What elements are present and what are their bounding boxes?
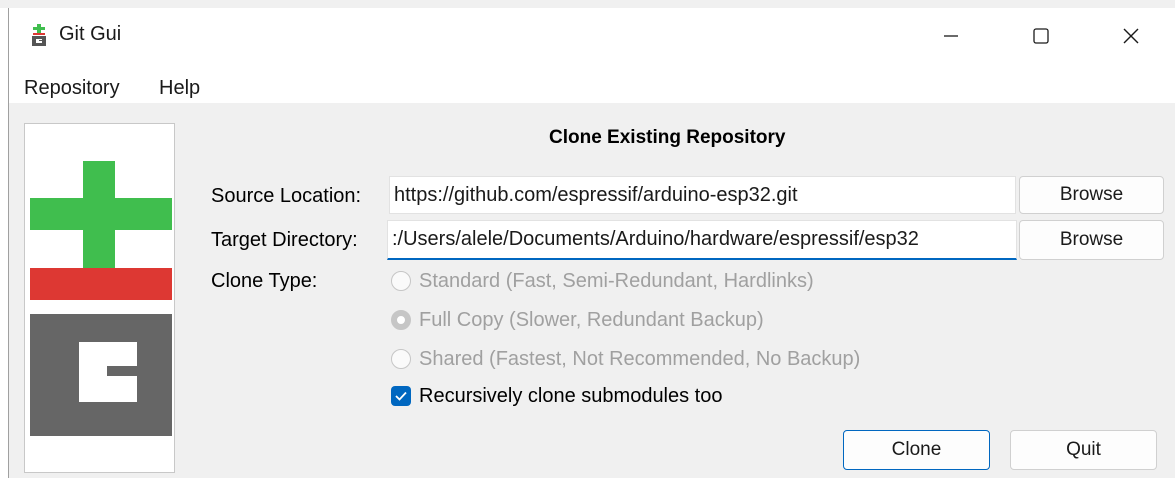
menu-repository[interactable]: Repository [24, 77, 120, 100]
title-bar[interactable]: Git Gui [9, 8, 1175, 63]
radio-button[interactable] [391, 349, 411, 369]
minimize-button[interactable] [914, 8, 988, 63]
menu-help[interactable]: Help [159, 77, 200, 100]
source-browse-button[interactable]: Browse [1019, 176, 1164, 214]
clone-dialog: Clone Existing Repository Source Locatio… [9, 103, 1175, 478]
background-strip [0, 0, 1175, 8]
git-logo-panel [24, 123, 175, 473]
dialog-heading: Clone Existing Repository [549, 127, 786, 148]
minimize-icon [944, 34, 958, 37]
radio-button[interactable] [391, 271, 411, 291]
clone-type-label: Clone Type: [211, 270, 318, 292]
recursive-submodules-checkbox-row[interactable]: Recursively clone submodules too [391, 383, 723, 409]
radio-standard-label: Standard (Fast, Semi-Redundant, Hardlink… [419, 269, 814, 292]
clone-button[interactable]: Clone [843, 430, 990, 470]
source-location-label: Source Location: [211, 185, 362, 207]
target-browse-button[interactable]: Browse [1019, 220, 1164, 260]
target-directory-label: Target Directory: [211, 229, 358, 251]
close-icon [1123, 28, 1139, 43]
source-location-input[interactable]: https://github.com/espressif/arduino-esp… [389, 176, 1016, 214]
git-logo-icon [30, 161, 172, 436]
git-gui-icon [32, 24, 46, 46]
window-title: Git Gui [59, 23, 122, 45]
quit-button[interactable]: Quit [1010, 430, 1157, 470]
close-button[interactable] [1094, 8, 1168, 63]
checkmark-icon [395, 391, 407, 401]
radio-standard[interactable]: Standard (Fast, Semi-Redundant, Hardlink… [391, 268, 814, 294]
maximize-button[interactable] [1004, 8, 1078, 63]
recursive-submodules-checkbox[interactable] [391, 386, 411, 406]
radio-shared-label: Shared (Fastest, Not Recommended, No Bac… [419, 347, 861, 370]
git-gui-window: Git Gui Repository Help Clone Existing R… [8, 8, 1175, 478]
target-directory-input[interactable]: :/Users/alele/Documents/Arduino/hardware… [387, 220, 1017, 260]
menu-bar: Repository Help [9, 63, 1175, 103]
radio-button-selected[interactable] [391, 310, 411, 330]
radio-full-copy-label: Full Copy (Slower, Redundant Backup) [419, 308, 764, 331]
radio-full-copy[interactable]: Full Copy (Slower, Redundant Backup) [391, 307, 764, 333]
radio-shared[interactable]: Shared (Fastest, Not Recommended, No Bac… [391, 346, 860, 372]
recursive-submodules-label: Recursively clone submodules too [419, 384, 723, 407]
maximize-icon [1033, 27, 1049, 44]
